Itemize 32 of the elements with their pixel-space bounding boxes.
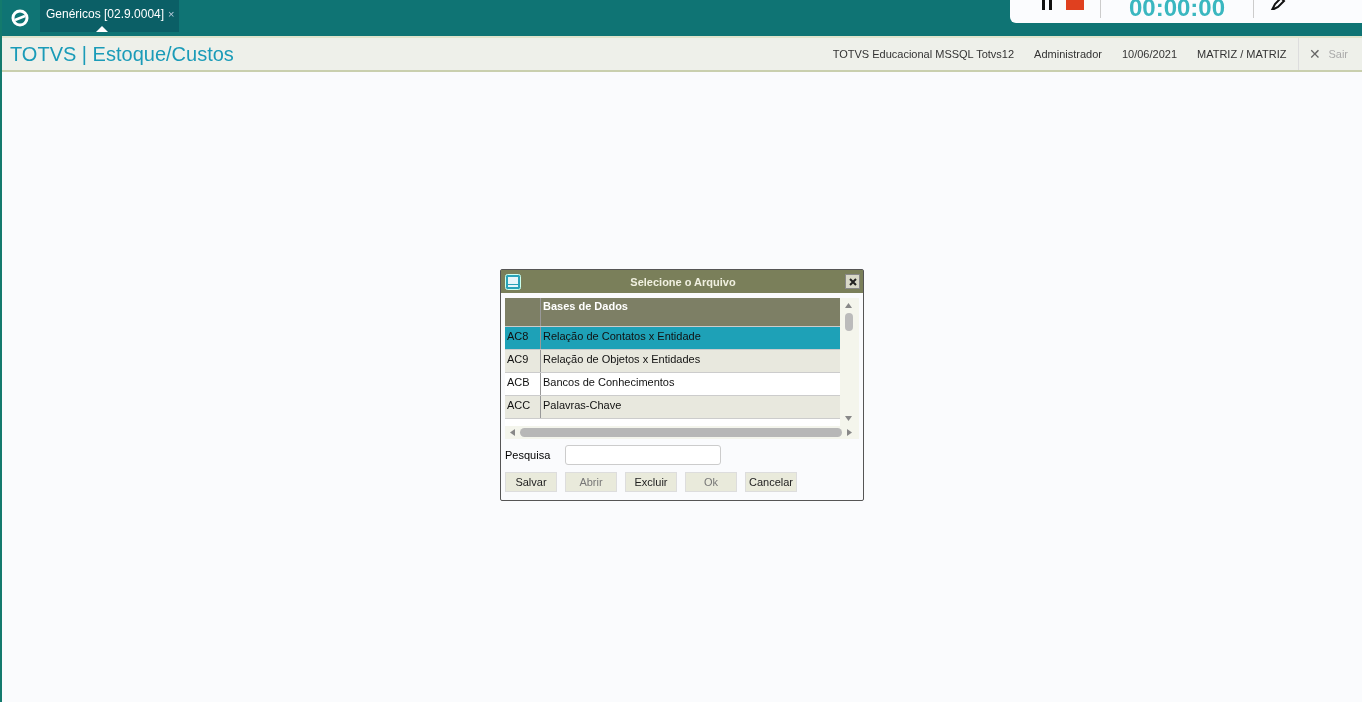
scrollbar-thumb[interactable]: [844, 313, 853, 331]
app-title: TOTVS | Estoque/Custos: [10, 42, 234, 66]
right-arrow-icon[interactable]: [846, 429, 853, 436]
pen-icon[interactable]: [1270, 0, 1288, 10]
search-label: Pesquisa: [505, 449, 552, 461]
search-field[interactable]: [565, 445, 721, 465]
close-icon[interactable]: ×: [168, 8, 175, 20]
table-row[interactable]: AC9 Relação de Objetos x Entidades: [505, 350, 840, 373]
close-icon: [848, 277, 857, 286]
scrollbar-thumb[interactable]: [520, 428, 842, 437]
dialog-button[interactable]: Excluir: [625, 472, 677, 492]
down-arrow-icon[interactable]: [845, 415, 852, 422]
logo-icon[interactable]: [11, 9, 29, 27]
table-row[interactable]: AC8 Relação de Contatos x Entidade: [505, 327, 840, 350]
timer: 00:00:00: [1127, 0, 1227, 20]
table-row[interactable]: ACC Palavras-Chave: [505, 396, 840, 419]
close-button[interactable]: [845, 274, 860, 289]
header-info: Administrador: [1034, 48, 1102, 60]
window-icon: [505, 273, 521, 290]
header-info: MATRIZ / MATRIZ: [1197, 48, 1287, 60]
header-info: 10/06/2021: [1121, 48, 1177, 60]
pause-icon[interactable]: [1040, 0, 1054, 10]
header-info: TOTVS Educacional MSSQL Totvs12: [832, 48, 1015, 60]
dialog-title: Selecione o Arquivo: [629, 275, 737, 288]
left-arrow-icon[interactable]: [509, 429, 516, 436]
dialog-button[interactable]: Salvar: [505, 472, 557, 492]
table-row[interactable]: ACB Bancos de Conhecimentos: [505, 373, 840, 396]
tab[interactable]: Genéricos [02.9.0004] ×: [40, 0, 179, 32]
dialog-button[interactable]: Cancelar: [745, 472, 797, 492]
column-header: Bases de Dados: [542, 299, 629, 314]
up-arrow-icon[interactable]: [845, 302, 852, 309]
exit-link[interactable]: ✕ Sair: [1299, 46, 1362, 62]
